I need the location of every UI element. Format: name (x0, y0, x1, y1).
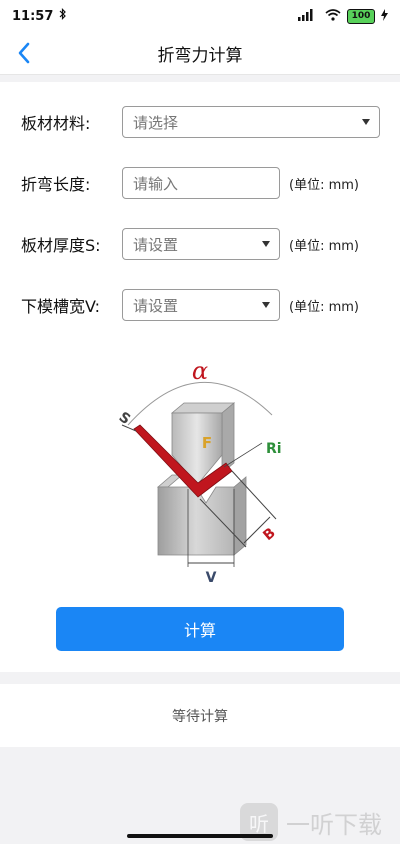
die-width-placeholder: 请设置 (133, 296, 179, 315)
b-label: B (260, 525, 278, 544)
bluetooth-icon (59, 8, 67, 24)
row-die-width: 下模槽宽V: 请设置 (单位: mm) (0, 288, 400, 322)
row-bend-length: 折弯长度: 请输入 (单位: mm) (0, 166, 400, 200)
thickness-select[interactable]: 请设置 (122, 228, 280, 260)
die-width-label: 下模槽宽V: (21, 297, 101, 316)
back-button[interactable] (10, 39, 38, 67)
battery-icon: 100 (347, 8, 375, 24)
bend-length-label: 折弯长度: (21, 175, 91, 194)
status-bar: 11:57 100 (0, 0, 400, 32)
page-title: 折弯力计算 (157, 45, 243, 66)
caret-down-icon (262, 241, 270, 247)
caret-down-icon (262, 302, 270, 308)
f-label: F (202, 434, 212, 452)
die-width-select[interactable]: 请设置 (122, 289, 280, 321)
status-left: 11:57 (12, 8, 67, 24)
form-card: 板材材料: 请选择 折弯长度: 请输入 (单位: mm) 板材厚度S: 请设置 … (0, 82, 400, 672)
die-side (233, 476, 247, 556)
bending-diagram: α S F Ri B V (116, 357, 282, 586)
material-placeholder: 请选择 (133, 113, 179, 132)
die-body (157, 486, 235, 556)
charging-icon (381, 8, 388, 24)
home-indicator[interactable] (127, 834, 273, 838)
alpha-label: α (192, 357, 208, 385)
die-width-unit: (单位: mm) (289, 299, 359, 315)
material-select[interactable]: 请选择 (122, 106, 380, 138)
caret-down-icon (362, 119, 370, 125)
thickness-placeholder: 请设置 (133, 235, 179, 254)
result-status: 等待计算 (172, 708, 228, 725)
thickness-label: 板材厚度S: (21, 236, 101, 255)
material-label: 板材材料: (21, 114, 91, 133)
result-card: 等待计算 (0, 684, 400, 747)
chevron-left-icon (18, 42, 30, 64)
die-top (156, 474, 184, 488)
s-label: S (116, 409, 133, 428)
bend-length-input[interactable]: 请输入 (122, 167, 280, 199)
punch-side (221, 402, 235, 474)
bend-length-unit: (单位: mm) (289, 177, 359, 193)
row-thickness: 板材厚度S: 请设置 (单位: mm) (0, 227, 400, 261)
status-right: 100 (297, 8, 388, 24)
nav-bar: 折弯力计算 (0, 32, 400, 75)
clock: 11:57 (12, 8, 54, 24)
watermark-text: 一听下载 (286, 810, 382, 839)
signal-icon (297, 8, 319, 24)
bend-length-placeholder: 请输入 (133, 174, 179, 193)
ri-label: Ri (266, 441, 282, 457)
row-material: 板材材料: 请选择 (0, 105, 400, 139)
v-label: V (206, 570, 217, 586)
calculate-button[interactable]: 计算 (56, 607, 344, 651)
wifi-icon (325, 8, 341, 24)
thickness-unit: (单位: mm) (289, 238, 359, 254)
